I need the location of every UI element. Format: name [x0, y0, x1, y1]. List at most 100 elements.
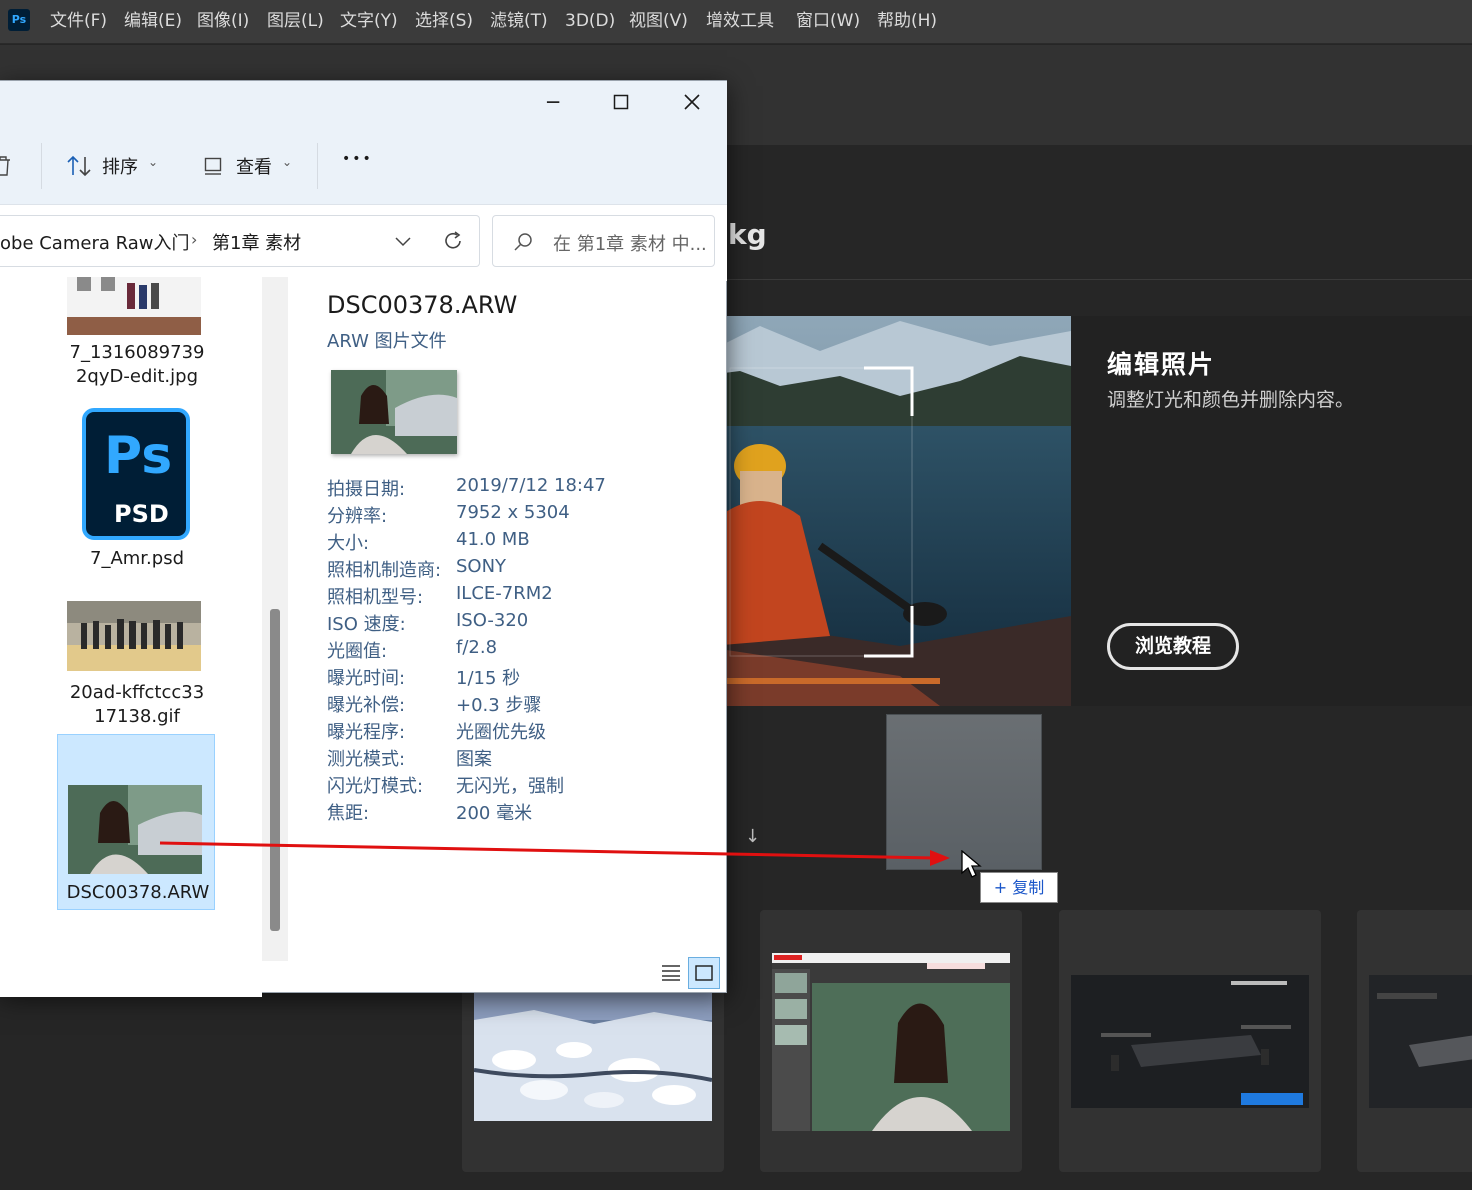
prop-label-exposure-time: 曝光时间:: [327, 668, 406, 689]
menu-layer[interactable]: 图层(L): [267, 10, 324, 32]
prop-value-flash: 无闪光，强制: [456, 776, 564, 797]
file-name: 7_Amr.psd: [90, 548, 184, 569]
hero-photo: [700, 316, 1071, 706]
file-thumbnail: [67, 601, 201, 671]
prop-value-focal-length: 200 毫米: [456, 803, 533, 824]
prop-label-metering: 测光模式:: [327, 749, 406, 770]
file-name-line2: 17138.gif: [94, 706, 180, 727]
maximize-button[interactable]: [598, 87, 644, 117]
search-box[interactable]: 在 第1章 素材 中...: [492, 215, 715, 267]
close-button[interactable]: [669, 87, 715, 117]
ps-menu-bar: Ps 文件(F) 编辑(E) 图像(I) 图层(L) 文字(Y) 选择(S) 滤…: [0, 0, 1472, 44]
ps-welcome-title: kg: [728, 218, 767, 251]
prop-label-date: 拍摄日期:: [327, 479, 406, 500]
prop-label-aperture: 光圈值:: [327, 641, 388, 662]
browse-tutorials-button[interactable]: 浏览教程: [1107, 623, 1239, 670]
prop-value-iso: ISO-320: [456, 610, 529, 631]
view-button[interactable]: 查看 ⌄: [198, 143, 298, 189]
breadcrumb-chevron-icon: ›: [191, 230, 198, 249]
file-name: DSC00378.ARW: [66, 882, 210, 903]
psd-icon-label: PSD: [114, 500, 169, 528]
mouse-cursor-icon: [961, 850, 982, 878]
preview-thumbnail: [331, 370, 457, 454]
large-icons-view-icon: [695, 965, 713, 981]
explorer-toolbar: 排序 ⌄ 查看 ⌄ •••: [0, 125, 727, 205]
file-name: 20ad-kffctcc33: [69, 682, 205, 703]
toolbar-separator: [317, 143, 318, 189]
file-thumbnail: [67, 277, 201, 335]
prop-label-flash: 闪光灯模式:: [327, 776, 424, 797]
address-bar[interactable]: obe Camera Raw入门 › 第1章 素材: [0, 215, 480, 267]
breadcrumb-current[interactable]: 第1章 素材: [212, 229, 301, 255]
tutorial-card-drone-2[interactable]: [1357, 910, 1472, 1172]
search-placeholder: 在 第1章 素材 中...: [553, 234, 707, 255]
minimize-button[interactable]: ─: [530, 87, 576, 117]
menu-image[interactable]: 图像(I): [197, 10, 249, 32]
prop-label-exposure-bias: 曝光补偿:: [327, 695, 406, 716]
chevron-down-icon: ⌄: [148, 155, 159, 169]
menu-plugins[interactable]: 增效工具: [706, 10, 774, 32]
card-thumbnail: [1369, 975, 1472, 1108]
psd-icon-letters: Ps: [104, 426, 173, 486]
menu-view[interactable]: 视图(V): [629, 10, 688, 32]
sort-icon: [67, 155, 91, 177]
file-item[interactable]: 20ad-kffctcc33 17138.gif: [57, 595, 215, 745]
prop-label-iso: ISO 速度:: [327, 614, 406, 635]
file-item[interactable]: 7_1316089739 2qyD-edit.jpg: [57, 277, 215, 397]
menu-window[interactable]: 窗口(W): [796, 10, 860, 32]
chevron-down-icon[interactable]: [394, 236, 412, 248]
breadcrumb-parent[interactable]: obe Camera Raw入门: [0, 229, 189, 255]
drag-copy-tooltip: + 复制: [980, 872, 1058, 903]
prop-label-focal-length: 焦距:: [327, 803, 370, 824]
prop-label-camera-maker: 照相机制造商:: [327, 560, 442, 581]
prop-value-exposure-time: 1/15 秒: [456, 668, 521, 689]
prop-label-camera-model: 照相机型号:: [327, 587, 424, 608]
card-thumbnail: [772, 953, 1010, 1131]
search-icon: [514, 233, 532, 251]
delete-icon[interactable]: [0, 155, 12, 177]
sort-button[interactable]: 排序 ⌄: [62, 143, 162, 189]
view-icon: [204, 157, 222, 175]
tutorial-card-drone[interactable]: [1059, 910, 1321, 1172]
sort-label: 排序: [102, 157, 138, 178]
menu-help[interactable]: 帮助(H): [877, 10, 937, 32]
more-options-button[interactable]: •••: [342, 151, 373, 167]
preview-filename: DSC00378.ARW: [327, 291, 518, 319]
prop-value-metering: 图案: [456, 749, 492, 770]
file-list-pane: 7_1316089739 2qyD-edit.jpg Ps PSD 7_Amr.…: [0, 277, 262, 997]
preview-filetype: ARW 图片文件: [327, 331, 447, 352]
drag-preview-ghost: [886, 714, 1042, 870]
ps-logo[interactable]: Ps: [8, 9, 30, 31]
tutorial-card-portrait[interactable]: [760, 910, 1022, 1172]
card-thumbnail: [474, 990, 712, 1121]
view-label: 查看: [236, 157, 272, 178]
prop-value-camera-maker: SONY: [456, 556, 507, 577]
file-item[interactable]: Ps PSD 7_Amr.psd: [57, 403, 215, 578]
scrollbar-thumb[interactable]: [270, 609, 280, 931]
address-row: obe Camera Raw入门 › 第1章 素材 在 第1章 素材 中...: [0, 205, 727, 281]
prop-label-size: 大小:: [327, 533, 370, 554]
prop-value-date: 2019/7/12 18:47: [456, 475, 606, 496]
file-name: 7_1316089739: [69, 342, 205, 363]
menu-type[interactable]: 文字(Y): [340, 10, 398, 32]
psd-file-icon: Ps PSD: [82, 408, 190, 540]
file-name-line2: 2qyD-edit.jpg: [75, 366, 199, 387]
menu-select[interactable]: 选择(S): [415, 10, 473, 32]
prop-value-exposure-bias: +0.3 步骤: [456, 695, 542, 716]
maximize-icon: [613, 94, 629, 110]
prop-value-exposure-program: 光圈优先级: [456, 722, 546, 743]
details-view-icon[interactable]: [661, 963, 681, 981]
hero-title: 编辑照片: [1107, 350, 1216, 379]
large-icons-view-button[interactable]: [688, 957, 720, 989]
file-explorer-window: ─ 排序 ⌄ 查看 ⌄ ••• obe Camera Raw入门 › 第1章 素…: [0, 80, 727, 997]
prop-label-resolution: 分辨率:: [327, 506, 388, 527]
menu-3d[interactable]: 3D(D): [565, 10, 615, 32]
menu-filter[interactable]: 滤镜(T): [490, 10, 548, 32]
refresh-icon[interactable]: [442, 230, 464, 252]
menu-edit[interactable]: 编辑(E): [124, 10, 182, 32]
prop-label-exposure-program: 曝光程序:: [327, 722, 406, 743]
explorer-titlebar: ─: [0, 81, 727, 125]
close-icon: [684, 94, 700, 110]
menu-file[interactable]: 文件(F): [50, 10, 107, 32]
file-item-selected[interactable]: DSC00378.ARW: [57, 734, 215, 910]
